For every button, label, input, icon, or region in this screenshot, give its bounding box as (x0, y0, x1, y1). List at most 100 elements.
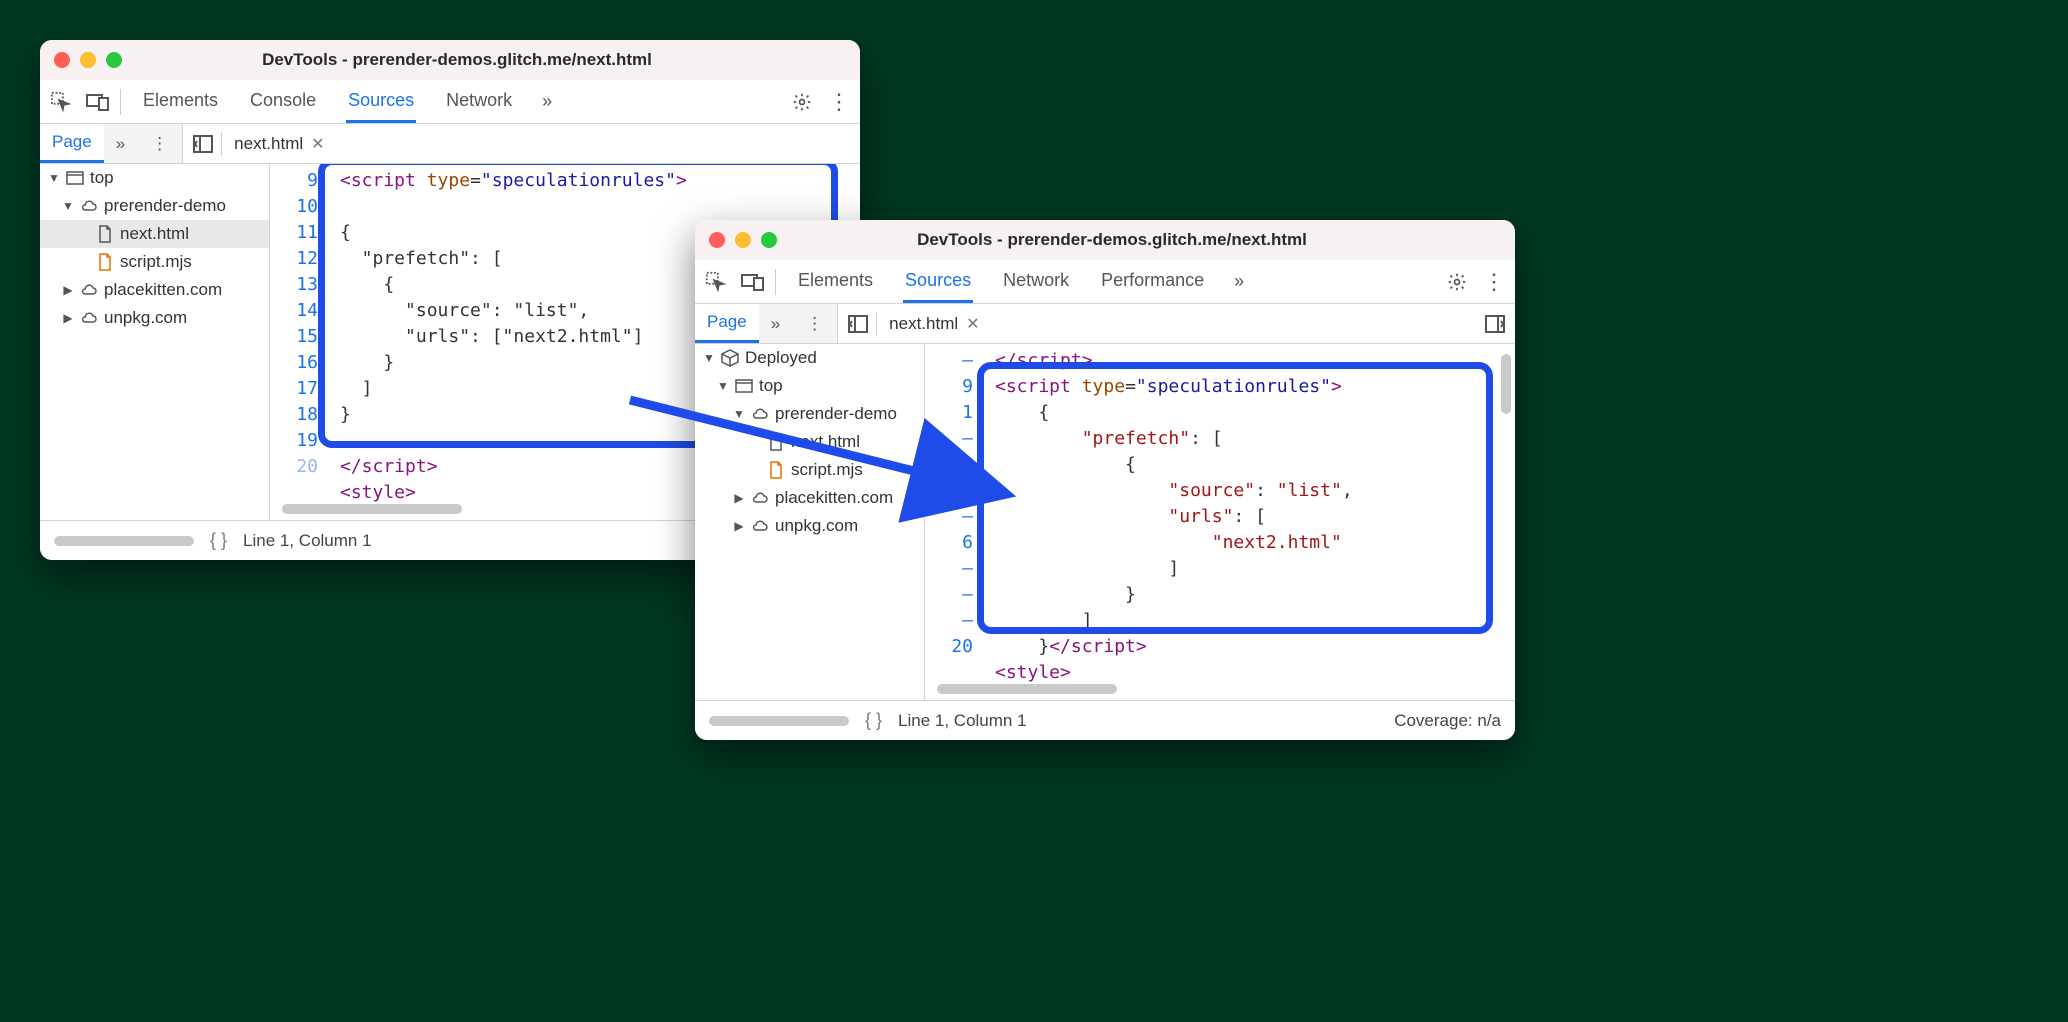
main-toolbar: Elements Console Sources Network » ⋮ (40, 80, 860, 124)
sidebar-scrollbar[interactable] (709, 716, 849, 726)
kebab-menu-icon[interactable]: ⋮ (828, 89, 850, 115)
file-tab-label: next.html (234, 134, 303, 154)
navigator-toggle-icon[interactable] (193, 132, 222, 156)
window-title: DevTools - prerender-demos.glitch.me/nex… (68, 50, 846, 70)
tree-domain-main[interactable]: ▼ prerender-demo (40, 192, 269, 220)
tree-expand-icon: ▼ (717, 379, 729, 393)
tree-label: next.html (791, 432, 860, 452)
debugger-pane-toggle-icon[interactable] (1475, 315, 1505, 333)
tree-collapse-icon: ▶ (62, 283, 74, 297)
inspect-icon[interactable] (50, 91, 72, 113)
source-code: </script> <script type="speculationrules… (985, 344, 1515, 700)
more-panels-icon[interactable]: » (759, 314, 792, 334)
tree-expand-icon: ▼ (62, 199, 74, 213)
device-toggle-icon[interactable] (741, 272, 765, 292)
tree-domain-placekitten[interactable]: ▶ placekitten.com (40, 276, 269, 304)
frame-icon (735, 377, 753, 395)
sources-sub-toolbar: Page » ⋮ next.html ✕ (40, 124, 860, 164)
tree-collapse-icon: ▶ (62, 311, 74, 325)
titlebar: DevTools - prerender-demos.glitch.me/nex… (40, 40, 860, 80)
tree-label: prerender-demo (775, 404, 897, 424)
tree-top-frame[interactable]: ▼ top (40, 164, 269, 192)
tree-deployed[interactable]: ▼ Deployed (695, 344, 924, 372)
cloud-icon (80, 197, 98, 215)
pretty-print-icon[interactable]: { } (210, 530, 227, 551)
line-number-gutter: –91– 3––6 –––20 (925, 344, 981, 700)
tree-label: placekitten.com (104, 280, 222, 300)
navigator-toggle-icon[interactable] (848, 312, 877, 336)
kebab-menu-icon[interactable]: ⋮ (1483, 269, 1505, 295)
document-icon (96, 225, 114, 243)
tab-performance[interactable]: Performance (1099, 260, 1206, 303)
close-file-tab-icon[interactable]: ✕ (311, 134, 324, 154)
sidebar-scrollbar[interactable] (54, 536, 194, 546)
device-toggle-icon[interactable] (86, 92, 110, 112)
tree-label: unpkg.com (104, 308, 187, 328)
horizontal-scrollbar[interactable] (937, 684, 1117, 694)
tab-sources[interactable]: Sources (346, 80, 416, 123)
settings-gear-icon[interactable] (1447, 272, 1467, 292)
tree-label: placekitten.com (775, 488, 893, 508)
tree-label: script.mjs (120, 252, 192, 272)
inspect-icon[interactable] (705, 271, 727, 293)
close-file-tab-icon[interactable]: ✕ (966, 314, 979, 334)
more-tabs-icon[interactable]: » (1234, 271, 1244, 292)
tab-network[interactable]: Network (444, 80, 514, 123)
tree-label: next.html (120, 224, 189, 244)
line-number-gutter: 9101112 13141516 17181920 (270, 164, 326, 520)
cube-icon (721, 349, 739, 367)
source-editor[interactable]: –91– 3––6 –––20 </script> <script type="… (925, 344, 1515, 700)
panel-menu-icon[interactable]: ⋮ (137, 134, 182, 154)
panel-menu-icon[interactable]: ⋮ (792, 314, 837, 334)
sources-sub-toolbar: Page » ⋮ next.html ✕ (695, 304, 1515, 344)
cloud-icon (80, 281, 98, 299)
tree-label: top (90, 168, 114, 188)
tree-label: prerender-demo (104, 196, 226, 216)
tab-sources[interactable]: Sources (903, 260, 973, 303)
open-file-tab[interactable]: next.html ✕ (889, 314, 979, 334)
settings-gear-icon[interactable] (792, 92, 812, 112)
script-file-icon (767, 461, 785, 479)
open-file-tab[interactable]: next.html ✕ (234, 134, 324, 154)
tree-domain-unpkg[interactable]: ▶ unpkg.com (695, 512, 924, 540)
titlebar: DevTools - prerender-demos.glitch.me/nex… (695, 220, 1515, 260)
tree-expand-icon: ▼ (48, 171, 60, 185)
document-icon (767, 433, 785, 451)
tree-label: unpkg.com (775, 516, 858, 536)
status-bar: { } Line 1, Column 1 Coverage: n/a (695, 700, 1515, 740)
file-navigator-sidebar: ▼ Deployed ▼ top ▼ prerender-demo next.h… (695, 344, 925, 700)
script-file-icon (96, 253, 114, 271)
more-tabs-icon[interactable]: » (542, 91, 552, 112)
horizontal-scrollbar[interactable] (282, 504, 462, 514)
tree-domain-main[interactable]: ▼ prerender-demo (695, 400, 924, 428)
tab-elements[interactable]: Elements (796, 260, 875, 303)
vertical-scrollbar[interactable] (1501, 354, 1511, 414)
page-panel-tab[interactable]: Page (40, 124, 104, 163)
cloud-icon (751, 405, 769, 423)
file-navigator-sidebar: ▼ top ▼ prerender-demo next.html script.… (40, 164, 270, 520)
tree-label: script.mjs (791, 460, 863, 480)
tree-label: top (759, 376, 783, 396)
tab-network[interactable]: Network (1001, 260, 1071, 303)
file-tab-label: next.html (889, 314, 958, 334)
tab-elements[interactable]: Elements (141, 80, 220, 123)
cloud-icon (751, 489, 769, 507)
tree-top-frame[interactable]: ▼ top (695, 372, 924, 400)
devtools-window-2: DevTools - prerender-demos.glitch.me/nex… (695, 220, 1515, 740)
cursor-position: Line 1, Column 1 (243, 531, 372, 551)
tree-domain-unpkg[interactable]: ▶ unpkg.com (40, 304, 269, 332)
tree-domain-placekitten[interactable]: ▶ placekitten.com (695, 484, 924, 512)
tree-file-script-mjs[interactable]: script.mjs (695, 456, 924, 484)
more-panels-icon[interactable]: » (104, 134, 137, 154)
tree-file-next-html[interactable]: next.html (40, 220, 269, 248)
page-panel-tab[interactable]: Page (695, 304, 759, 343)
tree-file-script-mjs[interactable]: script.mjs (40, 248, 269, 276)
tree-file-next-html[interactable]: next.html (695, 428, 924, 456)
frame-icon (66, 169, 84, 187)
cloud-icon (751, 517, 769, 535)
cursor-position: Line 1, Column 1 (898, 711, 1027, 731)
tree-collapse-icon: ▶ (733, 519, 745, 533)
tab-console[interactable]: Console (248, 80, 318, 123)
pretty-print-icon[interactable]: { } (865, 710, 882, 731)
tree-expand-icon: ▼ (703, 351, 715, 365)
